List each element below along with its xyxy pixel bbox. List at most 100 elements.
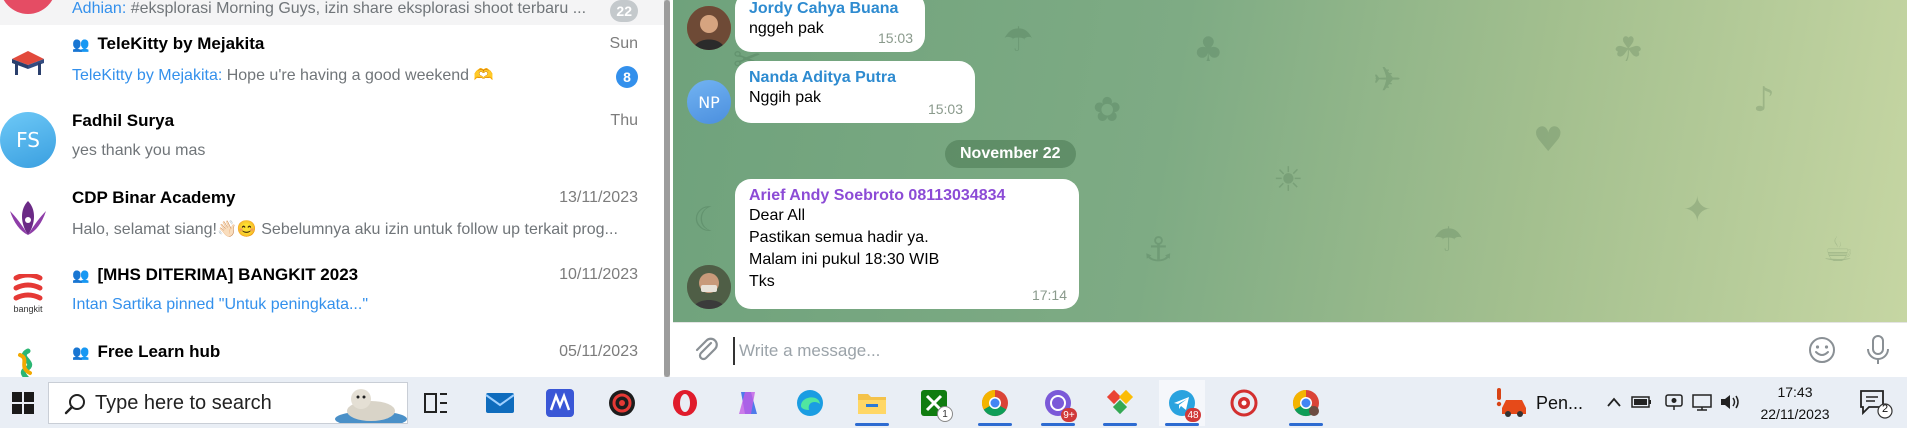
task-view-icon xyxy=(424,393,447,413)
message-bubble[interactable]: Nanda Aditya Putra Nggih pak 15:03 xyxy=(735,61,975,123)
tray-battery[interactable] xyxy=(1630,390,1654,414)
chat-list-item[interactable]: FS Fadhil Surya Thu yes thank you mas xyxy=(0,102,664,179)
message-sender[interactable]: Nanda Aditya Putra xyxy=(749,69,959,87)
chat-preview-text: Hope u're having a good weekend 🫶 xyxy=(222,67,494,84)
taskbar-app-mail[interactable] xyxy=(477,380,523,426)
message-avatar[interactable]: NP xyxy=(687,80,731,124)
paperclip-icon[interactable] xyxy=(691,335,721,365)
person-photo-icon xyxy=(687,6,731,50)
copilot-icon xyxy=(739,392,757,414)
windows-logo-icon xyxy=(12,391,34,414)
taskbar-app-red-gear[interactable] xyxy=(599,380,645,426)
chat-name-text: TeleKitty by Mejakita xyxy=(97,34,265,53)
group-icon: 👥 xyxy=(72,343,90,360)
chat-list-item[interactable]: Adhian: #eksplorasi Morning Guys, izin s… xyxy=(0,0,664,25)
chat-preview-text: #eksplorasi Morning Guys, izin share eks… xyxy=(126,0,587,17)
folder-icon xyxy=(858,394,886,414)
group-icon: 👥 xyxy=(72,266,90,283)
taskbar-clock[interactable]: 17:43 22/11/2023 xyxy=(1750,381,1840,425)
message-text: Malam ini pukul 18:30 WIB xyxy=(749,251,940,268)
chat-preview-sender: TeleKitty by Mejakita: xyxy=(72,67,223,84)
message-bubble[interactable]: Arief Andy Soebroto 08113034834 Dear All… xyxy=(735,179,1079,309)
taskbar-app-xbox[interactable]: 1 xyxy=(911,380,957,426)
avatar xyxy=(0,343,56,377)
tray-volume[interactable] xyxy=(1718,390,1742,414)
message-avatar[interactable] xyxy=(687,6,731,50)
chat-preview-sender: Adhian: xyxy=(72,0,127,17)
notification-count: 2 xyxy=(1881,403,1889,415)
message-avatar[interactable] xyxy=(687,265,731,309)
taskbar-search-box[interactable]: Type here to search xyxy=(48,382,408,424)
telegram-window: Adhian: #eksplorasi Morning Guys, izin s… xyxy=(0,0,1907,428)
search-placeholder: Type here to search xyxy=(95,391,272,414)
chat-list-scrollbar[interactable] xyxy=(664,0,670,377)
taskbar-app-copilot[interactable] xyxy=(725,380,771,426)
taskbar-app-red-circle[interactable] xyxy=(1221,380,1267,426)
mail-icon xyxy=(485,393,515,413)
learn-hub-logo-icon xyxy=(18,348,33,377)
bangkit-logo-icon xyxy=(13,274,43,301)
search-icon xyxy=(64,394,85,415)
taskbar-app-telegram[interactable]: 48 xyxy=(1159,380,1205,426)
doodle-pattern-icon: ♥ xyxy=(1533,120,1564,160)
chat-area: ☂ ✿ ♣ ☀ ✈ ☂ ♥ ☘ ✦ ♪ ☕ ⚓ ✂ ☾ Jordy Cahya … xyxy=(673,0,1907,322)
chat-list-item[interactable]: bangkit 👥 [MHS DITERIMA] BANGKIT 2023 10… xyxy=(0,256,664,333)
chat-time: 05/11/2023 xyxy=(559,343,638,360)
network-icon xyxy=(1692,394,1712,411)
message-input[interactable] xyxy=(733,337,1773,365)
message-time: 15:03 xyxy=(927,101,963,117)
diamond-app-icon xyxy=(1106,389,1134,415)
emoji-icon[interactable] xyxy=(1807,335,1837,365)
doodle-pattern-icon: ☀ xyxy=(1273,160,1304,200)
task-view-button[interactable] xyxy=(413,380,459,426)
start-button[interactable] xyxy=(0,377,46,428)
message-text: Pastikan semua hadir ya. xyxy=(749,229,929,246)
taskbar-app-opera[interactable] xyxy=(662,380,708,426)
message-sender[interactable]: Arief Andy Soebroto 08113034834 xyxy=(749,187,1063,205)
microphone-icon[interactable] xyxy=(1863,333,1893,367)
running-indicator xyxy=(1165,423,1199,426)
taskbar-app-colorful[interactable] xyxy=(1097,380,1143,426)
doodle-pattern-icon: ✦ xyxy=(1683,190,1712,230)
webcam-icon xyxy=(1665,394,1683,410)
chat-name: 👥 [MHS DITERIMA] BANGKIT 2023 xyxy=(72,265,358,285)
running-indicator xyxy=(1041,423,1075,426)
taskbar-app-edge[interactable] xyxy=(787,380,833,426)
chat-name: CDP Binar Academy xyxy=(72,188,235,208)
binar-logo-icon xyxy=(10,201,46,235)
windows-taskbar: Type here to search 1 9+ 48 Pen... 17:43… xyxy=(0,377,1907,428)
opera-icon xyxy=(673,390,697,416)
edge-icon xyxy=(797,390,823,416)
taskbar-app-whatsapp[interactable]: 9+ xyxy=(1035,380,1081,426)
chat-list-item[interactable]: CDP Binar Academy 13/11/2023 Halo, selam… xyxy=(0,179,664,256)
weather-widget[interactable]: Pen... xyxy=(1494,380,1594,426)
message-text: Dear All xyxy=(749,207,806,224)
taskbar-app-chrome[interactable] xyxy=(972,380,1018,426)
tray-camera[interactable] xyxy=(1662,390,1686,414)
taskbar-app-blue[interactable] xyxy=(537,380,583,426)
person-photo-icon xyxy=(687,265,731,309)
chat-list-scrollbar-thumb[interactable] xyxy=(664,0,670,377)
gear-icon xyxy=(609,390,635,416)
xbox-count-badge: 1 xyxy=(937,406,953,422)
taskbar-app-chrome-profile[interactable] xyxy=(1283,380,1329,426)
chat-preview: Intan Sartika pinned "Untuk peningkata..… xyxy=(72,296,368,313)
tray-network[interactable] xyxy=(1690,390,1714,414)
doodle-pattern-icon: ☂ xyxy=(1003,20,1034,60)
table-logo-icon xyxy=(12,51,44,75)
chat-list-item[interactable]: 👥 TeleKitty by Mejakita Sun TeleKitty by… xyxy=(0,25,664,102)
chat-preview: yes thank you mas xyxy=(72,142,206,159)
show-hidden-icons-button[interactable] xyxy=(1602,390,1626,414)
taskbar-app-file-explorer[interactable] xyxy=(849,380,895,426)
doodle-pattern-icon: ☘ xyxy=(1613,30,1644,70)
chevron-up-icon xyxy=(1607,397,1621,407)
chat-list-item[interactable]: 👥 Free Learn hub 05/11/2023 xyxy=(0,333,664,377)
notification-center-button[interactable]: 2 xyxy=(1855,385,1895,421)
battery-icon xyxy=(1631,396,1651,408)
chat-preview: Adhian: #eksplorasi Morning Guys, izin s… xyxy=(72,0,632,18)
bangkit-logo-label: bangkit xyxy=(13,304,43,314)
app-notification-badge: 48 xyxy=(1185,408,1201,422)
message-bubble[interactable]: Jordy Cahya Buana nggeh pak 15:03 xyxy=(735,0,925,52)
clock-date: 22/11/2023 xyxy=(1760,406,1830,422)
message-sender[interactable]: Jordy Cahya Buana xyxy=(749,0,909,18)
